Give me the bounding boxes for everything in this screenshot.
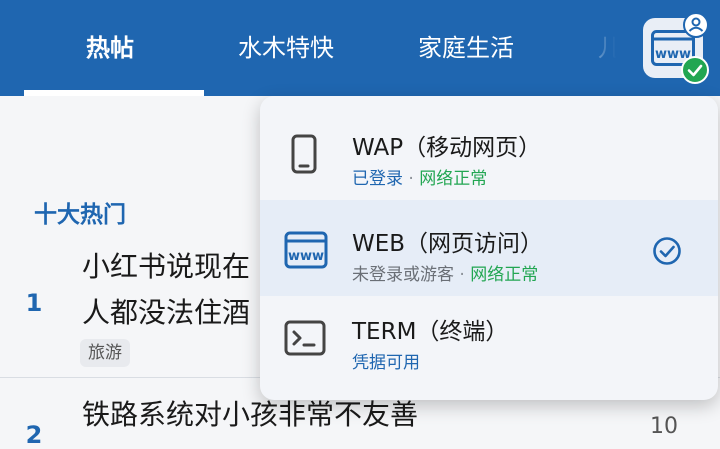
menu-item-label: WAP（移动网页） bbox=[352, 135, 542, 161]
user-badge bbox=[683, 12, 709, 38]
tab-express[interactable]: 水木特快 bbox=[238, 30, 334, 66]
menu-item-label: WEB（网页访问） bbox=[352, 231, 544, 257]
menu-item-wap[interactable]: WAP（移动网页） 已登录 · 网络正常 bbox=[260, 104, 718, 200]
site-mode-menu: WAP（移动网页） 已登录 · 网络正常 www WEB（网页访问） 未登录或游… bbox=[260, 96, 718, 400]
tab-family-life[interactable]: 家庭生活 bbox=[418, 30, 514, 66]
separator: · bbox=[408, 169, 414, 189]
section-title: 十大热门 bbox=[34, 202, 126, 228]
svg-text:www: www bbox=[288, 249, 324, 264]
post-rank: 1 bbox=[25, 289, 43, 317]
post-count: 10 bbox=[650, 414, 678, 439]
check-icon bbox=[687, 64, 703, 77]
phone-icon bbox=[291, 134, 317, 174]
network-status: 网络正常 bbox=[419, 169, 488, 189]
menu-item-status: 凭据可用 bbox=[352, 352, 420, 374]
selected-check-icon bbox=[653, 237, 681, 265]
menu-item-status: 已登录 · 网络正常 bbox=[352, 168, 487, 190]
menu-item-web[interactable]: www WEB（网页访问） 未登录或游客 · 网络正常 bbox=[260, 200, 718, 296]
login-status: 已登录 bbox=[352, 169, 403, 189]
site-mode-button[interactable]: www bbox=[643, 12, 709, 84]
menu-item-status: 未登录或游客 · 网络正常 bbox=[352, 264, 538, 286]
check-badge bbox=[681, 56, 709, 84]
menu-item-label: TERM（终端） bbox=[352, 319, 509, 345]
tab-hot-posts[interactable]: 热帖 bbox=[86, 30, 134, 66]
terminal-icon bbox=[284, 320, 326, 356]
credential-status: 凭据可用 bbox=[352, 353, 420, 373]
tab-fade bbox=[560, 0, 640, 96]
top-tab-bar: 热帖 水木特快 家庭生活 儿 www bbox=[0, 0, 720, 96]
login-status: 未登录或游客 bbox=[352, 265, 454, 285]
menu-item-term[interactable]: TERM（终端） 凭据可用 bbox=[260, 296, 718, 392]
network-status: 网络正常 bbox=[470, 265, 539, 285]
www-icon: www bbox=[284, 231, 328, 269]
post-rank: 2 bbox=[25, 421, 43, 449]
post-tag[interactable]: 旅游 bbox=[80, 339, 130, 367]
separator: · bbox=[459, 265, 465, 285]
user-icon bbox=[688, 17, 704, 32]
